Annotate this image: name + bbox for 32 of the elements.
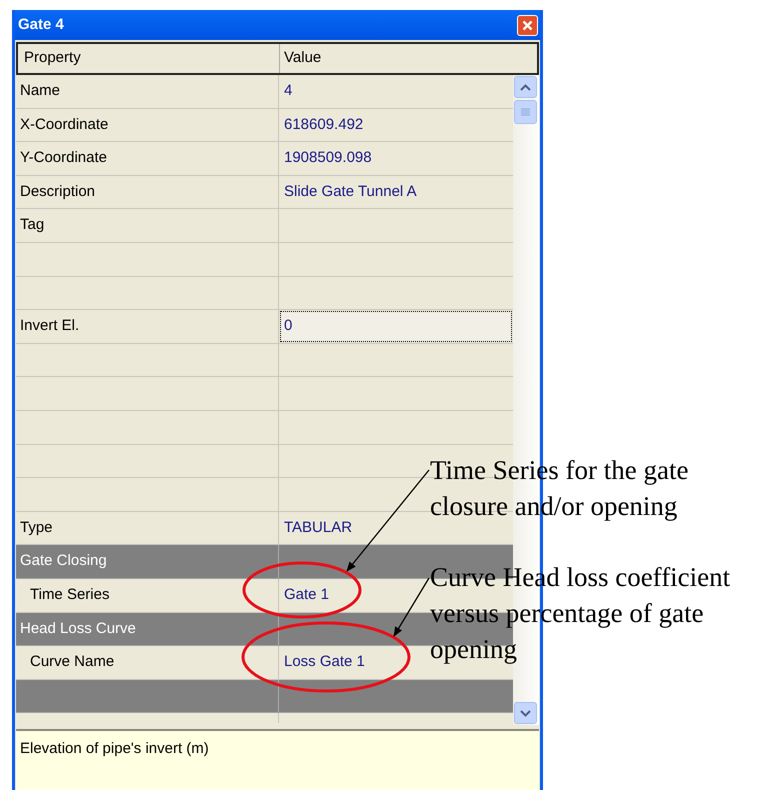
- property-value: TABULAR: [284, 518, 352, 538]
- property-label: Type: [20, 518, 53, 538]
- property-label: X-Coordinate: [20, 114, 108, 135]
- column-header: Property: [18, 44, 280, 73]
- property-value: 618609.492: [284, 114, 364, 135]
- scroll-thumb[interactable]: [514, 100, 538, 124]
- close-button[interactable]: [517, 14, 538, 36]
- arrow: [393, 578, 430, 637]
- property-label: Time Series: [30, 584, 110, 605]
- window-title: Gate 4: [17, 14, 64, 35]
- property-value: Slide Gate Tunnel A: [284, 182, 417, 202]
- caret-down-icon: [520, 710, 532, 716]
- description-text: Elevation of pipe's invert (m): [20, 740, 209, 757]
- property-value: Gate 1: [284, 584, 330, 605]
- property-value: 1908509.098: [284, 148, 372, 168]
- property-label: Name: [20, 81, 60, 102]
- scroll-up-button[interactable]: [514, 76, 538, 98]
- close-icon: [522, 20, 533, 30]
- property-label: Invert El.: [20, 316, 80, 336]
- caret-up-icon: [520, 84, 532, 90]
- category-label: Head Loss Curve: [20, 618, 136, 639]
- value-cell[interactable]: 0: [280, 311, 512, 342]
- property-value: 4: [284, 81, 292, 102]
- scroll-down-button[interactable]: [514, 702, 538, 724]
- property-label: Description: [20, 182, 96, 202]
- column-header: Value: [283, 48, 322, 68]
- property-label: Curve Name: [30, 652, 114, 672]
- property-value: Loss Gate 1: [284, 652, 365, 672]
- category-label: Gate Closing: [20, 551, 107, 572]
- grip-icon: [521, 108, 530, 116]
- property-label: Tag: [20, 215, 44, 236]
- property-label: Y-Coordinate: [20, 148, 108, 168]
